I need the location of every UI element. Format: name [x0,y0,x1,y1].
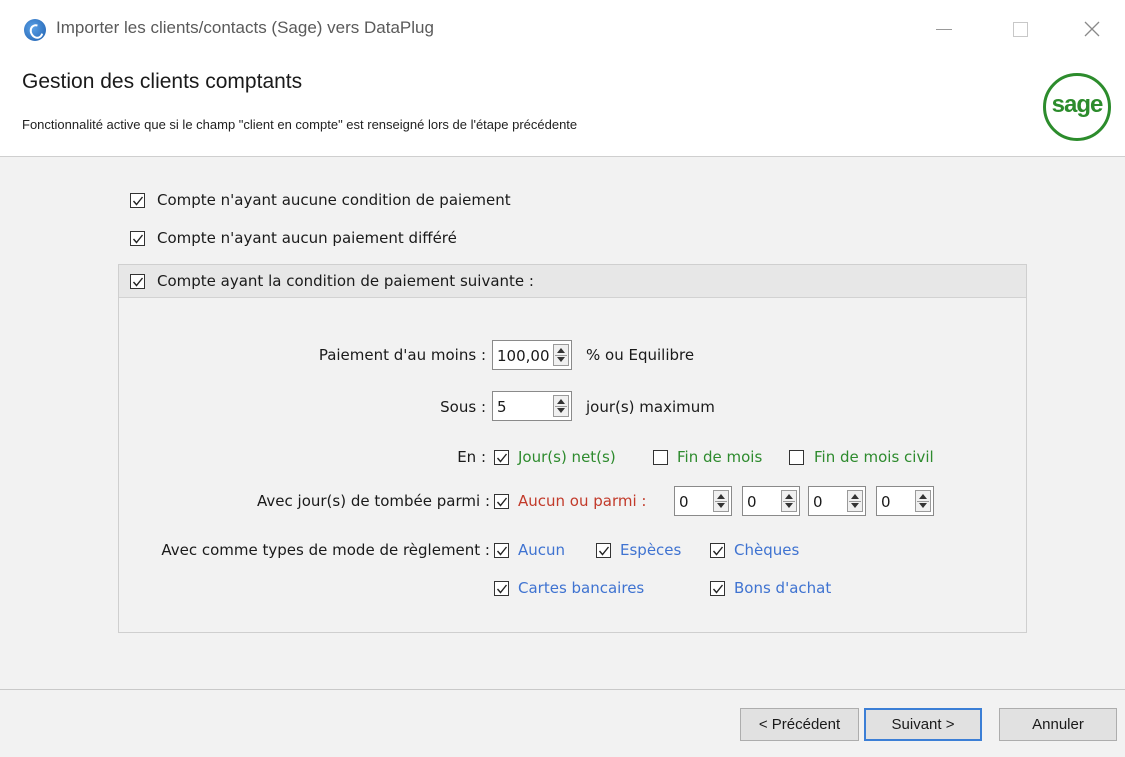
checkbox-type-cash[interactable] [596,543,611,558]
checkbox-none-or-among[interactable] [494,494,509,509]
app-icon [24,19,46,41]
payment-types-label: Avec comme types de mode de règlement : [161,541,490,559]
option-no-payment-condition-label: Compte n'ayant aucune condition de paiem… [157,191,511,209]
checkbox-no-deferred-payment[interactable] [130,231,145,246]
due-day-4-stepper[interactable]: 0 [876,486,934,516]
window-title: Importer les clients/contacts (Sage) ver… [56,18,434,37]
delay-stepper[interactable]: 5 [492,391,572,421]
type-cash-label: Espèces [620,541,682,559]
due-day-2-value: 0 [747,493,757,511]
group-title: Compte ayant la condition de paiement su… [157,272,534,290]
spin-arrows-icon[interactable] [553,395,569,417]
due-day-1-value: 0 [679,493,689,511]
end-of-month-label: Fin de mois [677,448,763,466]
page-title: Gestion des clients comptants [22,70,303,93]
due-day-1-stepper[interactable]: 0 [674,486,732,516]
checkbox-type-vouchers[interactable] [710,581,725,596]
delay-suffix: jour(s) maximum [586,398,715,416]
due-days-label: Avec jour(s) de tombée parmi : [257,492,490,510]
page-subtitle: Fonctionnalité active que si le champ "c… [22,117,578,132]
cancel-button[interactable]: Annuler [999,708,1117,741]
checkbox-payment-condition[interactable] [130,274,145,289]
checkbox-end-of-month[interactable] [653,450,668,465]
payment-min-stepper[interactable]: 100,00 [492,340,572,370]
payment-min-value: 100,00 [497,347,549,365]
checkbox-type-cheques[interactable] [710,543,725,558]
next-button[interactable]: Suivant > [864,708,982,741]
previous-button[interactable]: < Précédent [740,708,859,741]
minimize-icon[interactable] [924,14,964,44]
type-none-label: Aucun [518,541,566,559]
type-cards-label: Cartes bancaires [518,579,645,597]
payment-min-suffix: % ou Equilibre [586,346,695,364]
option-no-deferred-payment-label: Compte n'ayant aucun paiement différé [157,229,457,247]
close-icon[interactable] [1072,14,1112,44]
spin-arrows-icon[interactable] [915,490,931,512]
spin-arrows-icon[interactable] [781,490,797,512]
due-day-3-value: 0 [813,493,823,511]
payment-min-label: Paiement d'au moins : [318,346,486,364]
maximize-icon[interactable] [1000,14,1040,44]
delay-label: Sous : [440,398,486,416]
checkbox-type-cards[interactable] [494,581,509,596]
delay-value: 5 [497,398,507,416]
due-day-2-stepper[interactable]: 0 [742,486,800,516]
spin-arrows-icon[interactable] [847,490,863,512]
due-day-4-value: 0 [881,493,891,511]
due-day-3-stepper[interactable]: 0 [808,486,866,516]
end-of-calendar-month-label: Fin de mois civil [814,448,934,466]
net-days-label: Jour(s) net(s) [518,448,616,466]
none-or-among-label: Aucun ou parmi : [518,492,647,510]
checkbox-net-days[interactable] [494,450,509,465]
sage-logo: sage [1043,73,1111,141]
type-vouchers-label: Bons d'achat [734,579,832,597]
mode-label: En : [457,448,486,466]
spin-arrows-icon[interactable] [713,490,729,512]
type-cheques-label: Chèques [734,541,800,559]
checkbox-no-payment-condition[interactable] [130,193,145,208]
spin-arrows-icon[interactable] [553,344,569,366]
checkbox-end-of-calendar-month[interactable] [789,450,804,465]
checkbox-type-none[interactable] [494,543,509,558]
